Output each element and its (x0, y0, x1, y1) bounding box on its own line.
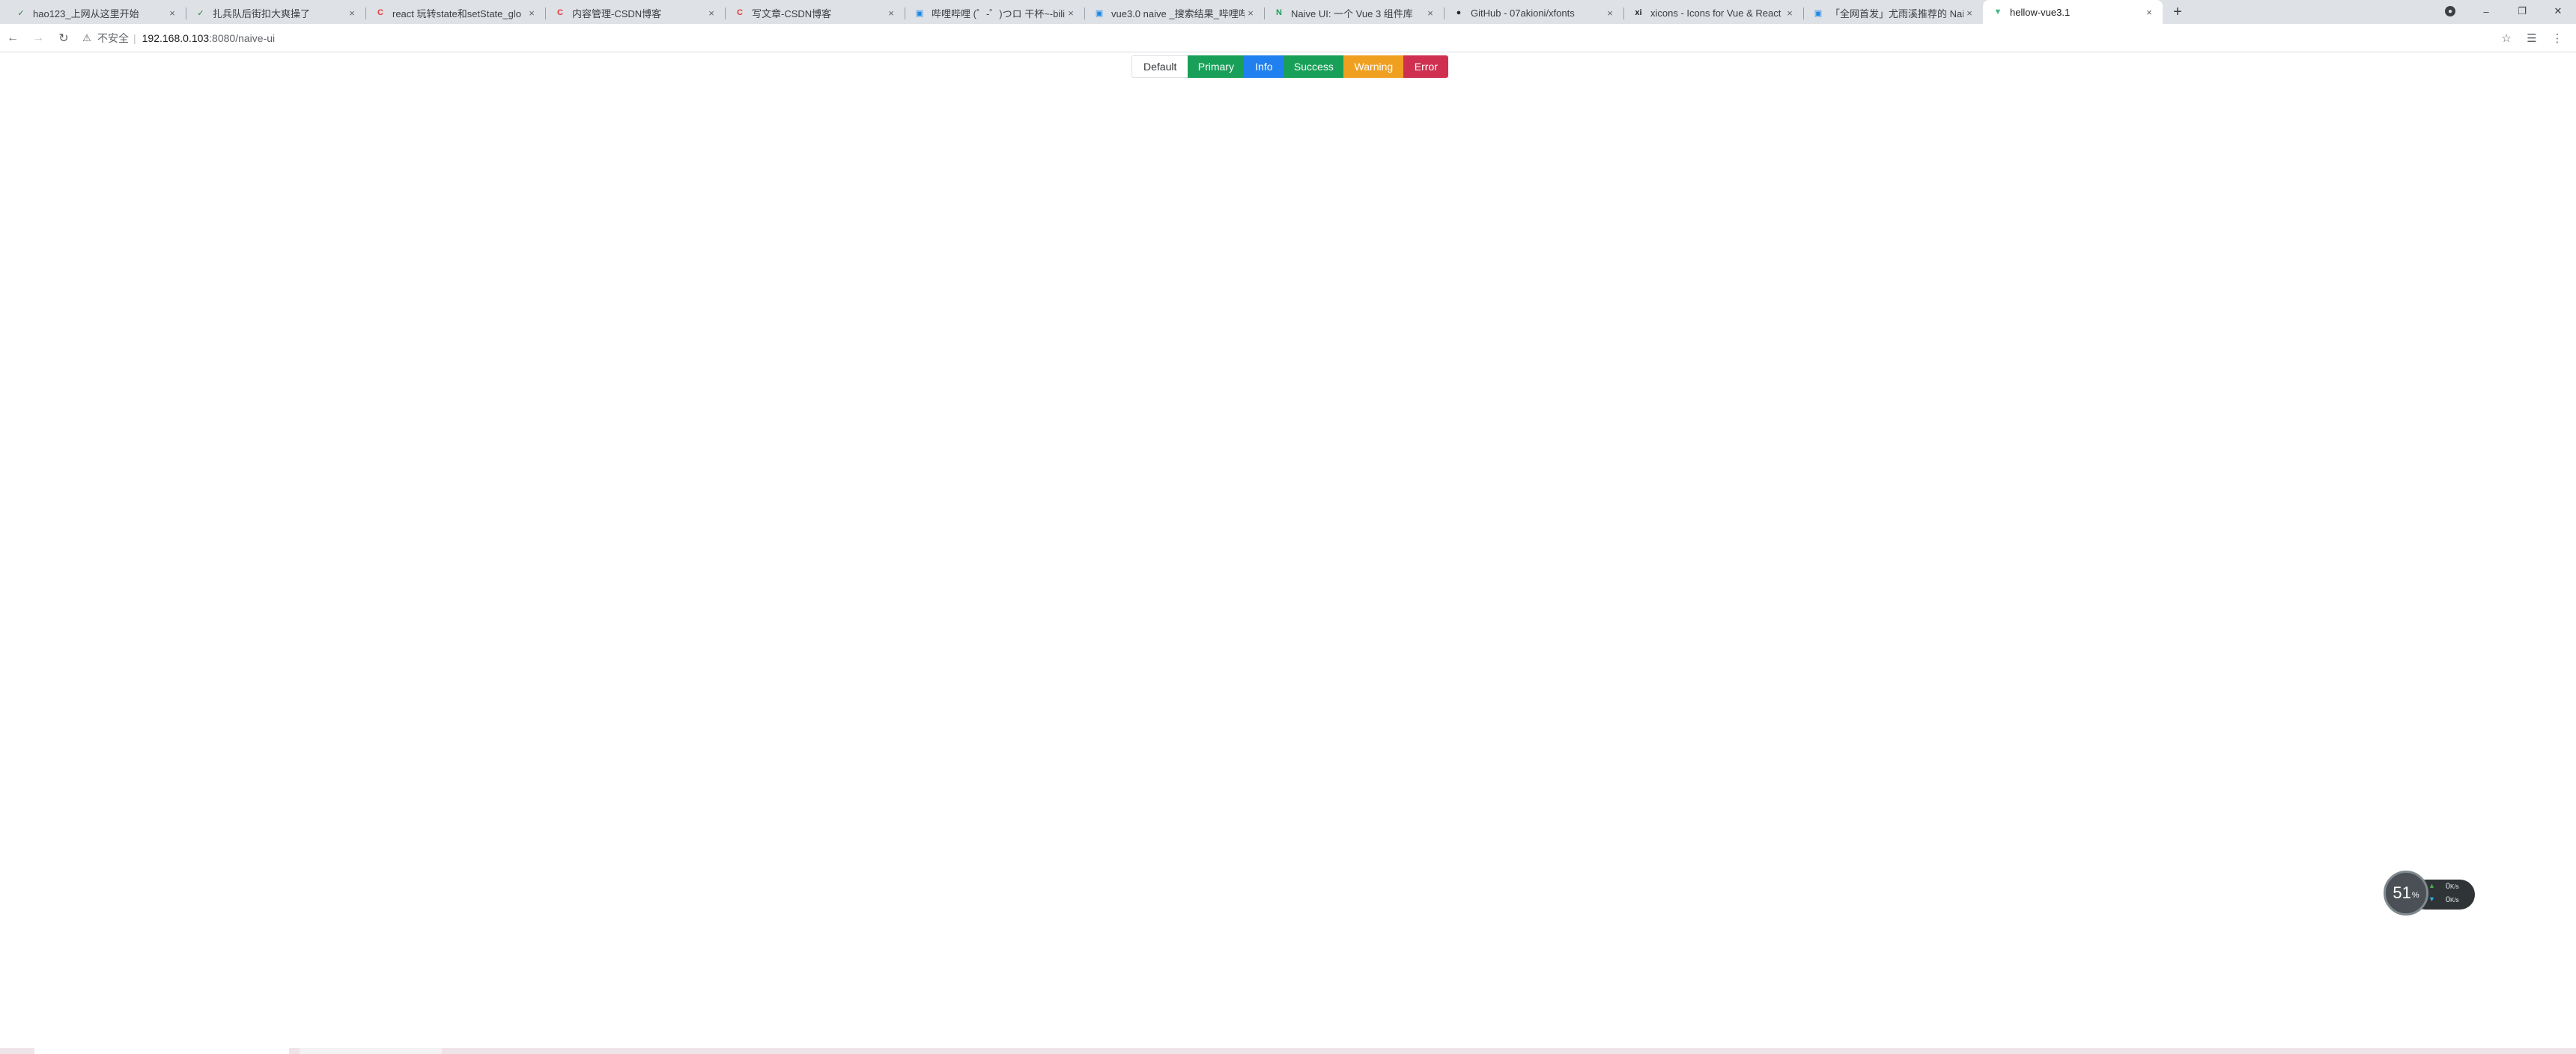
address-separator: | (133, 31, 136, 44)
browser-tab[interactable]: ▣ vue3.0 naive _搜索结果_哔哩哔 × (1084, 1, 1264, 24)
download-arrow-icon: ▼ (2428, 895, 2435, 903)
minimize-button[interactable]: – (2468, 0, 2504, 22)
browser-tab-strip: ✓ hao123_上网从这里开始 × ✓ 扎兵队后街扣大爽操了 × Creact 玩转sta… (0, 0, 2576, 24)
browser-tab[interactable]: ✓ 扎兵队后街扣大爽操了 × (186, 1, 365, 24)
browser-tab[interactable]: ▣ 「全网首发」尤雨溪推荐的 Nai × (1803, 1, 1983, 24)
upload-arrow-icon: ▲ (2428, 882, 2435, 889)
tab-close-icon[interactable]: × (1784, 7, 1796, 19)
error-button[interactable]: Error (1403, 55, 1449, 78)
tab-title: xicons - Icons for Vue & React (1650, 7, 1781, 19)
tab-title: Naive UI: 一个 Vue 3 组件库 (1291, 7, 1413, 19)
restore-button[interactable]: ❐ (2504, 0, 2540, 22)
naive-ui-icon: N (1276, 8, 1282, 17)
warning-button[interactable]: Warning (1343, 55, 1404, 78)
profile-icon[interactable]: ● (2432, 0, 2468, 22)
tab-close-icon[interactable]: × (346, 7, 358, 19)
tab-title: 内容管理-CSDN博客 (572, 7, 662, 19)
tab-close-icon[interactable]: × (1604, 7, 1616, 19)
bottom-strip (0, 1048, 2576, 1054)
bilibili-icon: ▣ (1814, 8, 1823, 18)
primary-button[interactable]: Primary (1188, 55, 1245, 78)
csdn-icon: C (557, 8, 563, 17)
address-bar[interactable]: ⚠ 不安全 | 192.168.0.103 :8080/naive-ui (81, 28, 2486, 49)
page-content: Default Primary Info Success Warning Error (0, 52, 2576, 1048)
github-icon: ● (1456, 8, 1462, 17)
url-host: 192.168.0.103 (142, 31, 210, 44)
tab-close-icon[interactable]: × (2143, 7, 2155, 18)
download-unit: K/s (2450, 897, 2459, 904)
browser-tab[interactable]: ● GitHub - 07akioni/xfonts × (1444, 1, 1623, 24)
default-button[interactable]: Default (1131, 55, 1188, 78)
tab-title: hao123_上网从这里开始 (33, 7, 139, 19)
tab-title: vue3.0 naive _搜索结果_哔哩哔 (1111, 7, 1245, 19)
tab-list: ✓ hao123_上网从这里开始 × ✓ 扎兵队后街扣大爽操了 × Creact 玩转sta… (0, 0, 2188, 24)
browser-tab[interactable]: C 写文章-CSDN博客 × (725, 1, 905, 24)
network-speed-widget[interactable]: ▲ 0K/s ▼ 0K/s 51% (2384, 871, 2476, 916)
tab-title: react 玩转state和setState_glo (392, 7, 521, 19)
insecure-label: 不安全 (97, 31, 129, 44)
vue-icon: ▼ (1993, 7, 2002, 16)
upload-speed: ▲ 0K/s (2428, 882, 2459, 891)
forward-button[interactable]: → (25, 27, 51, 49)
tab-close-icon[interactable]: × (1424, 7, 1436, 19)
tab-title: 哔哩哔哩 (゜-゜)つロ 干杯~-bili (932, 7, 1065, 19)
upload-unit: K/s (2450, 883, 2459, 890)
tab-title: GitHub - 07akioni/xfonts (1471, 7, 1575, 19)
tab-close-icon[interactable]: × (1065, 7, 1077, 19)
warning-icon[interactable]: ⚠ (81, 32, 93, 44)
browser-tab[interactable]: Creact 玩转state和setState_glo × (365, 1, 545, 24)
tab-title: 扎兵队后街扣大爽操了 (213, 7, 311, 19)
tab-close-icon[interactable]: × (1963, 7, 1975, 19)
usage-value: 51 (2393, 883, 2411, 902)
info-button[interactable]: Info (1244, 55, 1284, 78)
bookmark-star-icon[interactable]: ☆ (2494, 27, 2519, 49)
browser-tab[interactable]: ✓ hao123_上网从这里开始 × (6, 1, 186, 24)
new-tab-button[interactable]: + (2167, 1, 2188, 22)
menu-icon[interactable]: ⋮ (2545, 27, 2570, 49)
browser-tab[interactable]: N Naive UI: 一个 Vue 3 组件库 × (1264, 1, 1444, 24)
tab-close-icon[interactable]: × (885, 7, 897, 19)
tab-close-icon[interactable]: × (526, 7, 538, 19)
tab-title: 「全网首发」尤雨溪推荐的 Nai (1830, 7, 1963, 19)
back-button[interactable]: ← (0, 27, 25, 49)
toolbar-actions: ☆ ☰ ⋮ (2494, 27, 2570, 49)
bilibili-icon: ▣ (1095, 8, 1104, 18)
memory-usage-ring[interactable]: 51% (2384, 871, 2428, 916)
usage-unit: % (2411, 891, 2419, 900)
xicons-icon: xi (1635, 8, 1642, 17)
reading-list-icon[interactable]: ☰ (2519, 27, 2545, 49)
csdn-icon: C (737, 8, 743, 17)
browser-toolbar: ← → ↻ ⚠ 不安全 | 192.168.0.103 :8080/naive-… (0, 24, 2576, 52)
tab-close-icon[interactable]: × (166, 7, 178, 19)
browser-tab[interactable]: ▣ 哔哩哔哩 (゜-゜)つロ 干杯~-bili × (905, 1, 1084, 24)
tab-close-icon[interactable]: × (1245, 7, 1257, 19)
success-button[interactable]: Success (1284, 55, 1344, 78)
close-window-button[interactable]: ✕ (2540, 0, 2576, 22)
window-controls: ● – ❐ ✕ (2432, 0, 2576, 22)
reload-button[interactable]: ↻ (51, 27, 76, 49)
browser-tab[interactable]: xi xicons - Icons for Vue & React × (1623, 1, 1803, 24)
browser-tab[interactable]: C 内容管理-CSDN博客 × (545, 1, 725, 24)
tab-title: 写文章-CSDN博客 (752, 7, 832, 19)
hao123-icon: ✓ (17, 8, 25, 18)
download-speed: ▼ 0K/s (2428, 895, 2459, 904)
url-path: :8080/naive-ui (209, 31, 276, 44)
hao123-icon: ✓ (197, 8, 204, 18)
csdn-icon: C (377, 8, 383, 17)
button-group: Default Primary Info Success Warning Error (1131, 55, 1449, 78)
bilibili-icon: ▣ (915, 8, 924, 18)
tab-close-icon[interactable]: × (705, 7, 717, 19)
tab-title: hellow-vue3.1 (2010, 6, 2071, 18)
browser-tab[interactable]: ▼ hellow-vue3.1 × (1983, 0, 2163, 24)
